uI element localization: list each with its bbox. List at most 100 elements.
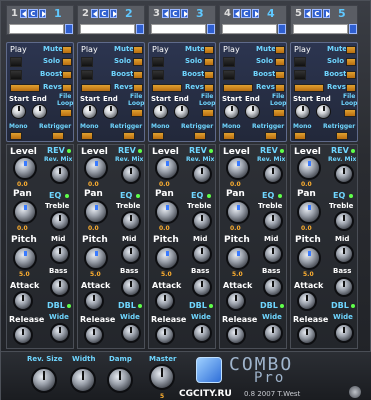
next-channel-arrow-icon[interactable]: [323, 9, 330, 18]
prev-channel-arrow-icon[interactable]: [20, 9, 27, 18]
retrigger-button[interactable]: [123, 132, 135, 140]
start-knob[interactable]: [295, 104, 310, 119]
retrigger-button[interactable]: [52, 132, 64, 140]
bass-knob[interactable]: [334, 277, 354, 297]
rev-mix-knob[interactable]: [334, 164, 354, 184]
next-channel-arrow-icon[interactable]: [181, 9, 188, 18]
stop-button[interactable]: [223, 70, 235, 80]
mono-button[interactable]: [152, 132, 164, 140]
attack-knob[interactable]: [226, 291, 246, 311]
boost-button[interactable]: [133, 71, 143, 79]
level-knob[interactable]: [13, 156, 37, 180]
end-knob[interactable]: [32, 104, 47, 119]
stop-button[interactable]: [81, 70, 93, 80]
mono-button[interactable]: [294, 132, 306, 140]
revs-button[interactable]: [133, 84, 143, 92]
wide-knob[interactable]: [50, 323, 70, 343]
mono-button[interactable]: [223, 132, 235, 140]
release-knob[interactable]: [297, 325, 317, 345]
mid-knob[interactable]: [121, 244, 141, 264]
midi-channel-button[interactable]: C: [312, 9, 322, 18]
level-knob[interactable]: [226, 156, 250, 180]
pitch-knob[interactable]: [84, 246, 108, 270]
wide-knob[interactable]: [192, 323, 212, 343]
damp-knob[interactable]: [107, 367, 133, 393]
prev-channel-arrow-icon[interactable]: [304, 9, 311, 18]
prev-channel-arrow-icon[interactable]: [162, 9, 169, 18]
bass-knob[interactable]: [192, 277, 212, 297]
rev-mix-knob[interactable]: [50, 164, 70, 184]
pan-knob[interactable]: [297, 200, 321, 224]
play-button[interactable]: [223, 57, 235, 67]
sample-name-field[interactable]: [151, 24, 206, 34]
play-button[interactable]: [294, 57, 306, 67]
pan-knob[interactable]: [226, 200, 250, 224]
bass-knob[interactable]: [263, 277, 283, 297]
sample-name-field[interactable]: [222, 24, 277, 34]
mute-button[interactable]: [275, 46, 285, 54]
treble-knob[interactable]: [50, 211, 70, 231]
attack-knob[interactable]: [13, 291, 33, 311]
browse-button[interactable]: [65, 24, 73, 34]
revs-button[interactable]: [62, 84, 72, 92]
pitch-knob[interactable]: [155, 246, 179, 270]
wide-knob[interactable]: [334, 323, 354, 343]
start-knob[interactable]: [11, 104, 26, 119]
end-knob[interactable]: [316, 104, 331, 119]
start-knob[interactable]: [153, 104, 168, 119]
boost-button[interactable]: [204, 71, 214, 79]
mid-knob[interactable]: [50, 244, 70, 264]
release-knob[interactable]: [155, 325, 175, 345]
mute-button[interactable]: [62, 46, 72, 54]
release-knob[interactable]: [13, 325, 33, 345]
rev-mix-knob[interactable]: [263, 164, 283, 184]
end-knob[interactable]: [103, 104, 118, 119]
midi-channel-button[interactable]: C: [170, 9, 180, 18]
solo-button[interactable]: [133, 58, 143, 66]
mono-button[interactable]: [10, 132, 22, 140]
release-knob[interactable]: [226, 325, 246, 345]
mute-button[interactable]: [204, 46, 214, 54]
mute-button[interactable]: [346, 46, 356, 54]
next-channel-arrow-icon[interactable]: [110, 9, 117, 18]
mono-button[interactable]: [81, 132, 93, 140]
solo-button[interactable]: [204, 58, 214, 66]
file-loop-button[interactable]: [273, 109, 285, 117]
stop-button[interactable]: [10, 70, 22, 80]
level-knob[interactable]: [84, 156, 108, 180]
prev-channel-arrow-icon[interactable]: [233, 9, 240, 18]
rev-mix-knob[interactable]: [121, 164, 141, 184]
bass-knob[interactable]: [121, 277, 141, 297]
file-loop-button[interactable]: [60, 109, 72, 117]
retrigger-button[interactable]: [336, 132, 348, 140]
end-knob[interactable]: [245, 104, 260, 119]
start-knob[interactable]: [224, 104, 239, 119]
start-knob[interactable]: [82, 104, 97, 119]
bass-knob[interactable]: [50, 277, 70, 297]
rev-size-knob[interactable]: [31, 367, 57, 393]
retrigger-button[interactable]: [194, 132, 206, 140]
pitch-knob[interactable]: [297, 246, 321, 270]
retrigger-button[interactable]: [265, 132, 277, 140]
browse-button[interactable]: [207, 24, 215, 34]
wide-knob[interactable]: [121, 323, 141, 343]
treble-knob[interactable]: [334, 211, 354, 231]
sample-name-field[interactable]: [9, 24, 64, 34]
browse-button[interactable]: [136, 24, 144, 34]
treble-knob[interactable]: [263, 211, 283, 231]
file-loop-button[interactable]: [131, 109, 143, 117]
sample-name-field[interactable]: [293, 24, 348, 34]
mute-button[interactable]: [133, 46, 143, 54]
prev-channel-arrow-icon[interactable]: [91, 9, 98, 18]
mid-knob[interactable]: [334, 244, 354, 264]
treble-knob[interactable]: [121, 211, 141, 231]
solo-button[interactable]: [62, 58, 72, 66]
level-knob[interactable]: [155, 156, 179, 180]
attack-knob[interactable]: [84, 291, 104, 311]
end-knob[interactable]: [174, 104, 189, 119]
boost-button[interactable]: [62, 71, 72, 79]
midi-channel-button[interactable]: C: [241, 9, 251, 18]
midi-channel-button[interactable]: C: [99, 9, 109, 18]
boost-button[interactable]: [275, 71, 285, 79]
sample-name-field[interactable]: [80, 24, 135, 34]
